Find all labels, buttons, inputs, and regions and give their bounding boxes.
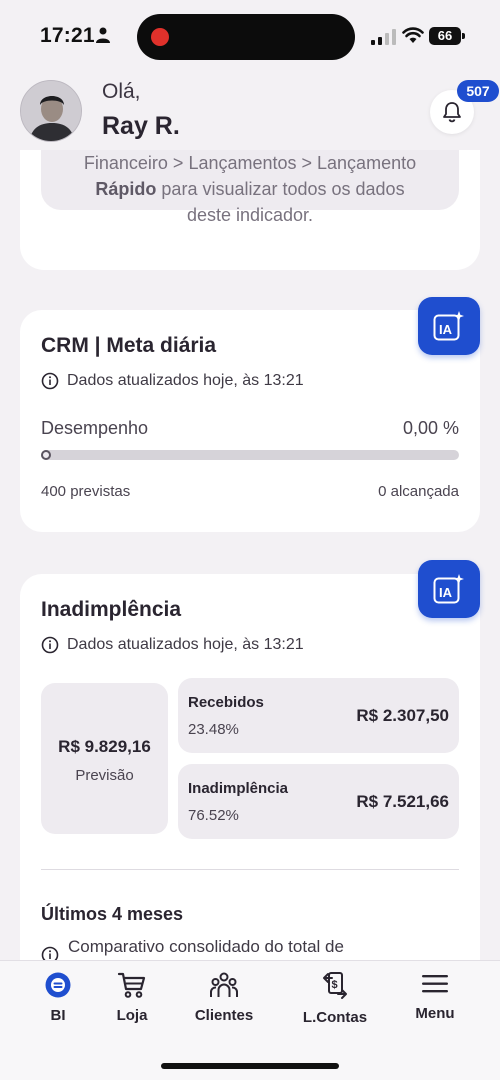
bi-icon [45, 972, 71, 998]
nav-item-loja[interactable]: Loja [87, 971, 177, 1024]
crm-ia-button[interactable]: IA [418, 297, 480, 355]
forecast-tile: R$ 9.829,16 Previsão [41, 683, 168, 834]
info-line-2-rest: para visualizar todos os dados [156, 179, 405, 199]
cart-icon [117, 972, 146, 998]
person-icon [96, 27, 110, 43]
default-tile-title: Inadimplência [188, 780, 289, 797]
default-title: Inadimplência [41, 598, 182, 621]
achieved-count: 0 alcançada [378, 483, 459, 500]
received-title: Recebidos [188, 694, 264, 711]
default-ia-button[interactable]: IA [418, 560, 480, 618]
default-percent: 76.52% [188, 807, 239, 824]
performance-label: Desempenho [41, 418, 149, 438]
hamburger-icon [422, 975, 448, 993]
info-line-2-bold: Rápido [95, 179, 157, 199]
ia-text: IA [439, 585, 453, 600]
nav-label-loja: Loja [116, 1007, 148, 1024]
info-text: Financeiro > Lançamentos > Lançamento Rá… [20, 150, 480, 228]
planned-count: 400 previstas [41, 483, 131, 500]
crm-updated-text: Dados atualizados hoje, às 13:21 [67, 372, 304, 389]
home-indicator[interactable] [161, 1063, 339, 1069]
forecast-label: Previsão [75, 767, 134, 784]
nav-label-menu: Menu [415, 1005, 455, 1022]
last-months-title: Últimos 4 meses [41, 904, 184, 924]
info-icon [41, 372, 59, 390]
wifi-icon [402, 27, 424, 43]
nav-label-lcontas: L.Contas [302, 1009, 368, 1026]
info-icon [41, 946, 59, 960]
nav-item-menu[interactable]: Menu [390, 971, 480, 1022]
last-months-description: Comparativo consolidado do total de [68, 937, 344, 956]
dashboard-scroll-area[interactable]: Financeiro > Lançamentos > Lançamento Rá… [0, 150, 500, 960]
received-value: R$ 2.307,50 [356, 706, 449, 725]
ai-icon: IA [433, 311, 464, 341]
avatar[interactable] [20, 80, 82, 142]
dynamic-island [137, 14, 355, 60]
battery-icon: 66 [429, 27, 465, 45]
default-value: R$ 7.521,66 [356, 792, 449, 811]
nav-label-clientes: Clientes [194, 1007, 254, 1024]
performance-value: 0,00 % [402, 418, 459, 438]
notification-count-badge: 507 [457, 80, 499, 102]
default-updated-text: Dados atualizados hoje, às 13:21 [67, 636, 304, 653]
bell-icon [443, 102, 461, 123]
default-updated: Dados atualizados hoje, às 13:21 [41, 636, 304, 654]
greeting: Olá, [102, 80, 141, 103]
forecast-value: R$ 9.829,16 [58, 737, 151, 756]
bottom-navigation: BI Loja Clientes $ L.Contas Menu [0, 960, 500, 1080]
ai-icon: IA [433, 574, 464, 604]
crm-card: CRM | Meta diária Dados atualizados hoje… [20, 310, 480, 532]
crm-updated: Dados atualizados hoje, às 13:21 [41, 372, 304, 390]
nav-item-clientes[interactable]: Clientes [179, 971, 269, 1024]
svg-text:$: $ [332, 979, 338, 991]
user-photo-icon [21, 81, 81, 141]
default-tile: Inadimplência 76.52% R$ 7.521,66 [178, 764, 459, 839]
signal-icon [371, 29, 396, 45]
info-line-3: deste indicador. [186, 205, 314, 225]
performance-progress-bar [41, 450, 459, 460]
user-name: Ray R. [102, 112, 180, 140]
recording-indicator [151, 28, 169, 46]
status-bar: 17:21 66 [0, 0, 500, 74]
info-line-2: Rápido para visualizar todos os dados [20, 176, 480, 202]
info-card: Financeiro > Lançamentos > Lançamento Rá… [20, 150, 480, 270]
info-line-1: Financeiro > Lançamentos > Lançamento [83, 153, 417, 173]
received-percent: 23.48% [188, 721, 239, 738]
divider [41, 869, 459, 870]
received-tile: Recebidos 23.48% R$ 2.307,50 [178, 678, 459, 753]
people-icon [209, 972, 239, 997]
clock: 17:21 [40, 24, 95, 47]
transfer-icon: $ [323, 972, 347, 999]
ia-text: IA [439, 322, 453, 337]
crm-title: CRM | Meta diária [41, 334, 217, 357]
nav-item-lcontas[interactable]: $ L.Contas [290, 971, 380, 1026]
info-icon [41, 636, 59, 654]
default-card: Inadimplência Dados atualizados hoje, às… [20, 574, 480, 960]
progress-knob [41, 450, 51, 460]
